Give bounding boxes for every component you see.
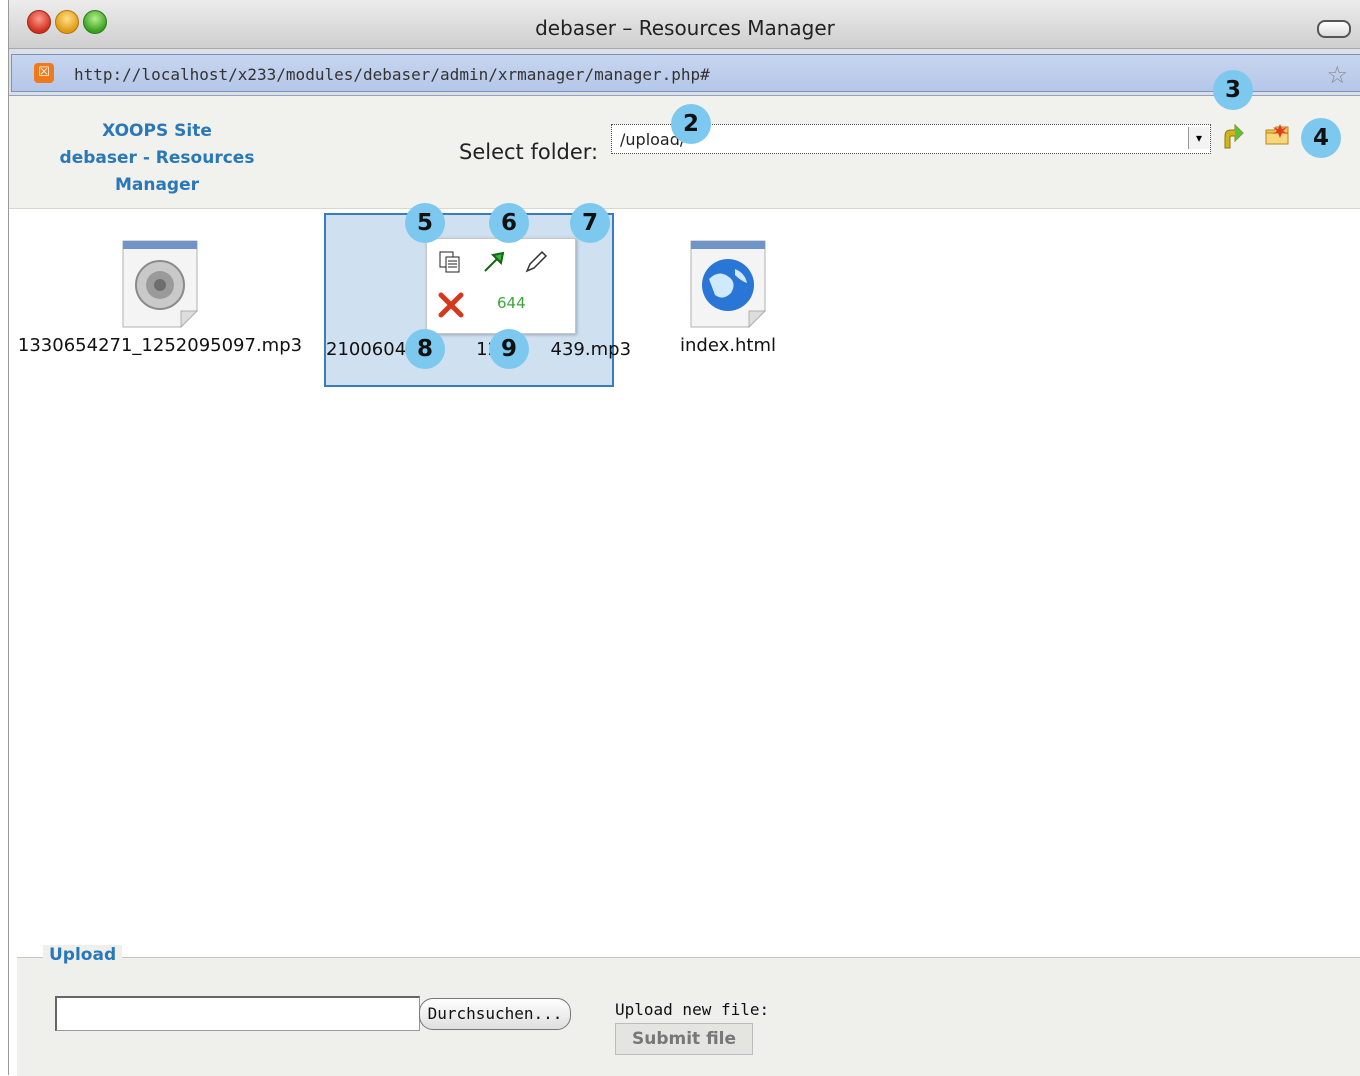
window-titlebar: debaser – Resources Manager <box>9 0 1360 49</box>
permissions-link[interactable]: 644 <box>497 294 526 312</box>
file-area: 1330654271_1252095097.mp3 2100604125439.… <box>9 209 1360 949</box>
copy-icon[interactable] <box>437 249 463 282</box>
toolbar-toggle-button[interactable] <box>1317 20 1351 38</box>
file-item[interactable]: 1330654271_1252095097.mp3 <box>15 239 305 356</box>
callout-badge: 8 <box>405 329 445 369</box>
callout-badge: 2 <box>671 104 711 144</box>
callout-badge: 9 <box>489 329 529 369</box>
callout-badge: 4 <box>1301 118 1341 158</box>
callout-badge: 6 <box>489 203 529 243</box>
bookmark-star-icon[interactable]: ☆ <box>1326 61 1348 89</box>
new-folder-icon[interactable] <box>1264 122 1290 146</box>
site-title-line3: Manager <box>114 175 200 195</box>
callout-badge: 3 <box>1213 70 1253 110</box>
callout-badge: 5 <box>405 203 445 243</box>
window-title: debaser – Resources Manager <box>535 16 835 40</box>
delete-icon[interactable] <box>437 291 465 326</box>
sound-file-icon <box>121 239 199 329</box>
file-name-start: 2100604 <box>326 339 407 360</box>
move-icon[interactable] <box>481 249 507 282</box>
upload-file-input[interactable] <box>55 996 420 1031</box>
url-field[interactable]: ☒ http://localhost/x233/modules/debaser/… <box>11 54 1360 92</box>
html-file-icon <box>689 239 767 329</box>
address-bar: ☒ http://localhost/x233/modules/debaser/… <box>9 49 1360 97</box>
chevron-down-icon[interactable]: ▾ <box>1188 127 1209 149</box>
site-title-line1: XOOPS Site <box>102 121 212 141</box>
upload-legend: Upload <box>43 945 123 965</box>
file-name: index.html <box>680 335 776 356</box>
site-title: XOOPS Site debaser - Resources Manager <box>49 118 265 199</box>
file-name: 1330654271_1252095097.mp3 <box>17 335 303 356</box>
rename-icon[interactable] <box>523 249 549 282</box>
browser-window: debaser – Resources Manager ☒ http://loc… <box>8 0 1360 1076</box>
url-text[interactable]: http://localhost/x233/modules/debaser/ad… <box>74 65 710 84</box>
file-item[interactable]: index.html <box>583 239 873 356</box>
upload-new-file-label: Upload new file: <box>615 1000 770 1019</box>
file-actions-popup: 644 <box>426 238 576 334</box>
site-title-line2: debaser - Resources <box>59 148 255 168</box>
folder-up-icon[interactable] <box>1221 122 1245 157</box>
submit-file-button[interactable]: Submit file <box>615 1023 753 1055</box>
site-favicon-icon: ☒ <box>34 63 54 83</box>
callout-badge: 7 <box>570 203 610 243</box>
select-folder-label: Select folder: <box>459 140 599 164</box>
upload-fieldset: Upload Durchsuchen... Upload new file: S… <box>17 945 1360 1076</box>
browse-button[interactable]: Durchsuchen... <box>419 998 571 1030</box>
